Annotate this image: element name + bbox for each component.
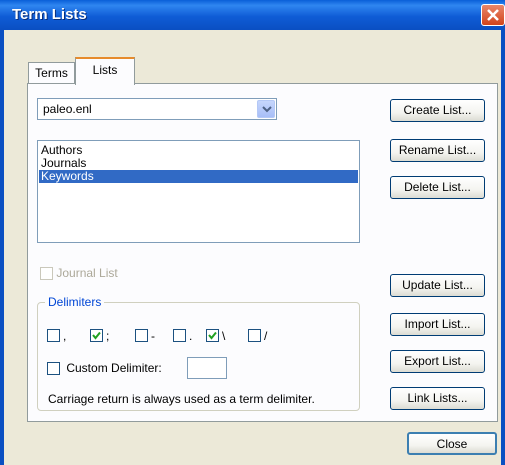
rename-list-button[interactable]: Rename List... [390,139,485,162]
custom-delimiter-checkbox[interactable] [47,362,60,376]
window-close-button[interactable] [481,4,505,26]
delimiter-slash-checkbox[interactable] [248,329,261,343]
tab-lists[interactable]: Lists [75,57,135,85]
delimiter-hyphen-symbol: - [151,328,155,343]
custom-delimiter-row[interactable]: Custom Delimiter: [47,361,162,376]
delimiter-period-checkbox[interactable] [173,329,186,343]
delimiter-note: Carriage return is always used as a term… [48,392,315,406]
tab-terms[interactable]: Terms [28,62,75,83]
delimiter-semicolon-checkbox[interactable] [90,329,103,343]
term-lists-listbox[interactable]: Authors Journals Keywords [37,140,360,243]
close-button[interactable]: Close [407,432,497,455]
term-lists-dialog: Term Lists Terms Lists paleo.enl Authors… [0,0,505,465]
checkmark-icon [92,332,101,340]
library-select[interactable]: paleo.enl [37,98,277,120]
journal-list-label: Journal List [56,266,118,280]
delimiter-semicolon-symbol: ; [106,328,110,343]
delimiter-backslash-symbol: \ [222,328,226,343]
delimiter-comma-symbol: , [63,328,67,343]
custom-delimiter-input[interactable] [187,357,227,379]
close-icon [487,9,499,21]
import-list-button[interactable]: Import List... [390,313,485,336]
journal-list-checkbox-row[interactable]: Journal List [40,266,118,281]
link-lists-button[interactable]: Link Lists... [390,387,485,410]
delimiter-hyphen-checkbox[interactable] [135,329,148,343]
tab-lists-label: Lists [92,63,118,77]
export-list-button[interactable]: Export List... [390,350,485,373]
tab-terms-label: Terms [35,66,68,80]
delimiters-group-label: Delimiters [45,295,105,309]
journal-list-checkbox[interactable] [40,267,53,281]
delimiter-slash[interactable]: / [248,328,267,343]
checkmark-icon [208,332,217,340]
delimiter-comma[interactable]: , [47,328,66,343]
title-bar[interactable]: Term Lists [0,0,505,30]
delete-list-button[interactable]: Delete List... [390,176,485,199]
delimiter-period[interactable]: . [173,328,192,343]
window-title: Term Lists [12,6,87,23]
library-select-dropdown-button[interactable] [257,100,275,118]
delimiter-comma-checkbox[interactable] [47,329,60,343]
delimiter-period-symbol: . [189,328,193,343]
delimiter-slash-symbol: / [264,328,268,343]
create-list-button[interactable]: Create List... [390,99,485,122]
delimiter-semicolon[interactable]: ; [90,328,109,343]
delimiter-hyphen[interactable]: - [135,328,155,343]
update-list-button[interactable]: Update List... [390,274,485,297]
list-item-keywords[interactable]: Keywords [39,170,358,183]
delimiter-backslash[interactable]: \ [206,328,225,343]
chevron-down-icon [262,106,272,113]
delimiter-backslash-checkbox[interactable] [206,329,219,343]
window-frame-right [501,30,505,465]
library-select-value: paleo.enl [43,102,92,116]
custom-delimiter-label: Custom Delimiter: [66,361,162,375]
window-frame-left [0,30,4,465]
list-item-authors[interactable]: Authors [39,144,358,157]
